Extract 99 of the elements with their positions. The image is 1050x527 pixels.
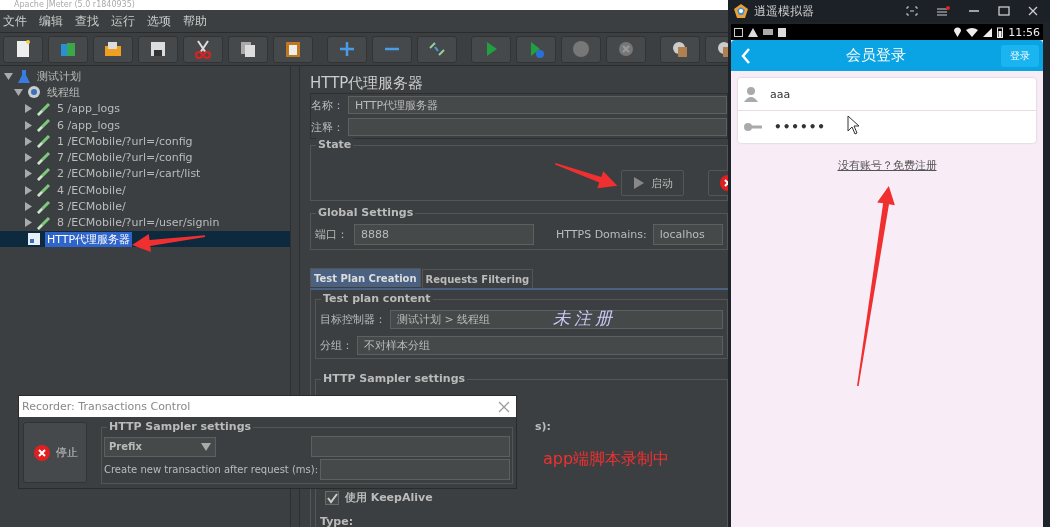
toolbar-button[interactable] <box>660 35 700 63</box>
prefix-dropdown[interactable]: Prefix <box>104 436 216 457</box>
checkbox-label: 使用 KeepAlive <box>345 490 433 505</box>
toolbar-button[interactable] <box>183 35 223 63</box>
group-label: State <box>316 138 354 151</box>
password-field[interactable]: •••••• <box>738 111 1036 143</box>
stop-button[interactable]: 停止 <box>23 422 87 483</box>
window-title: Apache JMeter (5.0 r1840935) <box>14 0 135 10</box>
status-time: 11:56 <box>1008 25 1040 39</box>
toolbar-button[interactable] <box>228 35 268 63</box>
tree-item[interactable]: 6 /app_logs <box>55 118 122 132</box>
field-label: 端口： <box>315 227 348 242</box>
dialog-title: Recorder: Transactions Control <box>22 400 191 413</box>
tree-item[interactable]: 2 /ECMobile/?url=/cart/list <box>55 167 203 181</box>
toolbar-button[interactable] <box>273 35 313 63</box>
tree-item[interactable]: 测试计划 <box>35 68 83 84</box>
play-icon <box>632 176 645 190</box>
toolbar-button[interactable] <box>93 35 133 63</box>
stop-icon <box>570 38 592 60</box>
annotation-arrow <box>553 162 619 191</box>
field-label: 注释： <box>311 119 344 135</box>
field-label: s): <box>535 420 551 433</box>
pipette-icon <box>36 165 52 182</box>
tree-item[interactable]: 5 /app_logs <box>55 102 122 116</box>
flask-icon <box>16 68 32 85</box>
pipette-icon <box>36 117 52 134</box>
menu-icon <box>936 5 950 17</box>
field-label: Type: <box>320 515 355 527</box>
group-label: HTTP Sampler settings <box>107 420 254 433</box>
signal-icon <box>983 27 993 37</box>
minus-icon <box>384 47 400 51</box>
key-icon <box>744 123 762 131</box>
emulator-title: 逍遥模拟器 <box>754 2 814 20</box>
menu-item[interactable]: 查找 <box>75 12 99 30</box>
warning-icon <box>748 27 758 37</box>
comment-field[interactable] <box>348 118 727 136</box>
field-label: 目标控制器： <box>320 311 386 327</box>
start-button[interactable]: 启动 <box>621 170 684 196</box>
tree-item[interactable]: HTTP代理服务器 <box>45 231 133 247</box>
group-label: HTTP Sampler settings <box>321 372 468 385</box>
field-label: HTTPS Domains: <box>556 228 647 241</box>
group-label: Global Settings <box>316 206 416 219</box>
tab[interactable]: Requests Filtering <box>421 269 534 288</box>
group-label: Test plan content <box>321 292 433 305</box>
maximize-icon <box>998 6 1010 16</box>
app-title: 会员登录 <box>845 46 907 65</box>
username-field[interactable]: aaa <box>738 78 1036 111</box>
cut-icon <box>192 38 214 60</box>
dropdown-caret-icon <box>201 442 211 451</box>
panel-title: HTTP代理服务器 <box>310 74 425 93</box>
annotation-caption: app端脚本录制中 <box>543 449 670 470</box>
field-label: 名称： <box>311 97 344 113</box>
back-icon <box>741 47 751 64</box>
prefix-field[interactable] <box>311 436 510 457</box>
pipette-icon <box>36 182 52 199</box>
toolbar-button[interactable] <box>138 35 178 63</box>
transaction-delay-field[interactable] <box>320 459 510 480</box>
pipette-icon <box>36 214 52 231</box>
menu-item[interactable]: 文件 <box>3 12 27 30</box>
pipette-icon <box>36 198 52 215</box>
checkmark-icon <box>326 491 338 504</box>
handwritten-note: 未注册 <box>553 307 616 330</box>
mouse-cursor-icon <box>847 115 861 135</box>
grouping-field[interactable]: 不对样本分组 <box>357 335 723 355</box>
close-icon <box>1028 6 1038 16</box>
pipette-icon <box>36 149 52 166</box>
pentagon-logo-icon <box>734 4 748 18</box>
tree-item[interactable]: 3 /ECMobile/ <box>55 200 128 213</box>
tree-item[interactable]: 线程组 <box>45 84 82 100</box>
register-link[interactable]: 没有账号？免费注册 <box>837 158 937 173</box>
proxy-icon <box>26 231 42 248</box>
battery-icon <box>997 26 1004 38</box>
https-domains-field[interactable]: localhos <box>652 224 723 245</box>
toolbar-button[interactable] <box>417 35 457 63</box>
menu-item[interactable]: 编辑 <box>39 12 63 30</box>
tree-item[interactable]: 7 /ECMobile/?url=/config <box>55 151 195 165</box>
port-field[interactable]: 8888 <box>354 224 534 245</box>
menu-item[interactable]: 帮助 <box>183 12 207 30</box>
checkbox[interactable] <box>325 490 339 505</box>
pipette-icon <box>36 133 52 150</box>
field-label: Create new transaction after request (ms): <box>104 464 319 475</box>
tree-item[interactable]: 4 /ECMobile/ <box>55 183 128 197</box>
close-icon <box>32 443 51 462</box>
menu-item[interactable]: 选项 <box>147 12 171 30</box>
gear-icon <box>26 84 42 101</box>
close-icon <box>498 400 510 413</box>
tab[interactable]: Test Plan Creation <box>310 268 421 287</box>
menu-item[interactable]: 运行 <box>111 12 135 30</box>
user-icon <box>744 86 758 102</box>
pipette-icon <box>36 100 52 117</box>
wifi-icon <box>966 27 979 37</box>
fullscreen-icon <box>906 6 918 16</box>
field-label: 分组： <box>320 337 353 353</box>
location-icon <box>954 27 962 37</box>
name-field[interactable]: HTTP代理服务器 <box>348 96 727 114</box>
tree-item[interactable]: 8 /ECMobile/?url=/user/signin <box>55 216 222 230</box>
tree-item[interactable]: 1 /ECMobile/?url=/config <box>55 134 195 148</box>
toolbar-button[interactable] <box>3 35 43 63</box>
sim-icon <box>734 27 743 37</box>
